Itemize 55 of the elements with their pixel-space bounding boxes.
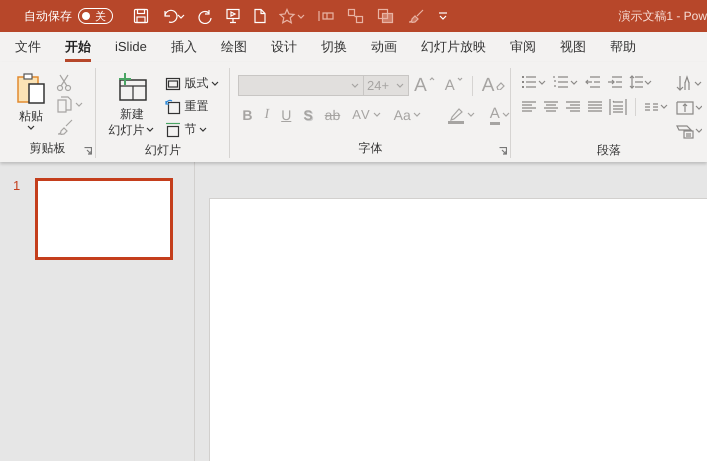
ribbon-tab[interactable]: 切换 — [308, 32, 359, 62]
group-label: 幻灯片 — [144, 142, 182, 159]
new-document-icon[interactable] — [253, 8, 267, 24]
ribbon-tab[interactable]: 绘图 — [208, 32, 259, 62]
caret-icon — [199, 126, 208, 134]
ribbon-tab[interactable]: 审阅 — [498, 32, 548, 62]
caret-icon — [350, 82, 360, 90]
autosave-label: 自动保存 — [24, 8, 72, 24]
caret-icon — [396, 82, 406, 90]
slide-thumbnail[interactable] — [35, 178, 173, 260]
caret-icon — [211, 80, 220, 88]
caret-icon — [26, 124, 36, 132]
section-icon — [165, 122, 182, 138]
ribbon-tab[interactable]: 视图 — [548, 32, 598, 62]
caret-icon — [466, 111, 476, 119]
slide-number: 1 — [12, 178, 22, 194]
ribbon-tab[interactable]: 幻灯片放映 — [408, 32, 498, 62]
dialog-launcher-icon[interactable] — [84, 147, 92, 155]
shapes-icon[interactable] — [347, 8, 365, 24]
save-icon[interactable] — [133, 8, 149, 24]
group-label: 字体 — [357, 140, 384, 157]
layout-icon — [165, 76, 182, 92]
paint-brush-icon[interactable] — [407, 8, 425, 24]
caret-icon — [412, 111, 422, 119]
align-icon[interactable] — [317, 8, 335, 24]
caret-icon — [502, 111, 511, 119]
star-icon[interactable] — [279, 8, 305, 24]
redo-icon[interactable] — [197, 8, 213, 24]
reset-button[interactable]: 重置 — [163, 97, 210, 116]
caret-icon — [146, 126, 156, 134]
ribbon-tab[interactable]: 文件 — [3, 32, 53, 62]
layout-button[interactable]: 版式 — [163, 74, 222, 93]
reset-icon — [165, 98, 182, 114]
paste-button[interactable]: 粘贴 — [12, 70, 50, 138]
caret-down-icon — [456, 76, 463, 82]
presentation-icon[interactable] — [225, 8, 241, 24]
highlighter-icon — [446, 106, 465, 124]
caret-up-icon — [428, 76, 435, 82]
group-label: 剪贴板 — [28, 140, 67, 157]
ribbon-tab[interactable]: iSlide — [103, 32, 159, 62]
dialog-launcher-icon[interactable] — [499, 147, 508, 155]
document-title: 演示文稿1 - Pow — [618, 8, 707, 24]
new-slide-button[interactable]: 新建 幻灯片 — [104, 70, 160, 140]
section-button[interactable]: 节 — [163, 120, 210, 139]
eraser-icon — [496, 81, 506, 90]
caret-icon — [372, 111, 382, 119]
ribbon-tab[interactable]: 设计 — [258, 32, 309, 62]
ribbon-tab[interactable]: 插入 — [158, 32, 209, 62]
clipboard-icon — [16, 72, 46, 104]
ribbon-tab[interactable]: 动画 — [358, 32, 409, 62]
ribbon-tab[interactable]: 开始 — [53, 32, 103, 62]
ribbon-tab[interactable]: 帮助 — [598, 32, 648, 62]
group-label: 段落 — [596, 142, 622, 159]
autosave-toggle[interactable]: 关 — [78, 8, 113, 24]
layers-icon[interactable] — [377, 8, 395, 24]
